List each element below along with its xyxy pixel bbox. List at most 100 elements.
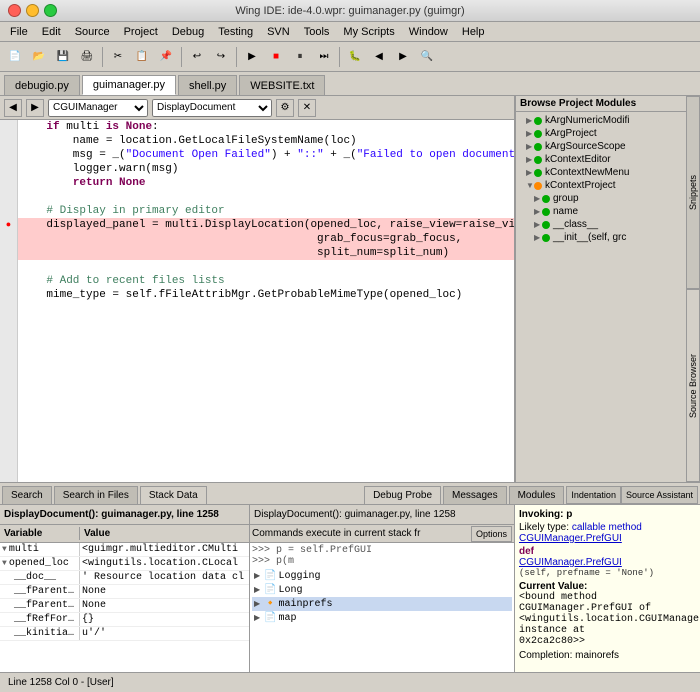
completion-label: Completion: mainorefs — [519, 650, 696, 661]
new-button[interactable]: 📄 — [4, 46, 26, 68]
options-button[interactable]: Options — [471, 526, 512, 542]
indentation-tab[interactable]: Indentation — [566, 486, 621, 504]
menu-testing[interactable]: Testing — [212, 25, 259, 39]
nav-next-button[interactable]: ▶ — [26, 99, 44, 117]
editor-area: ◀ ▶ CGUIManager DisplayDocument ⚙ ✕ — [0, 96, 515, 482]
module-item-8[interactable]: ▶ __class__ — [518, 218, 684, 231]
debug-tree-logging[interactable]: ▶ 📄 Logging — [252, 569, 512, 583]
var-value-1: <wingutils.location.CLocal — [80, 557, 249, 570]
tree-arrow-long: ▶ — [254, 585, 264, 595]
gutter-line-2 — [0, 134, 17, 148]
menu-debug[interactable]: Debug — [166, 25, 210, 39]
var-row-0[interactable]: ▼multi <guimgr.multieditor.CMulti — [0, 543, 249, 557]
var-row-1[interactable]: ▼opened_loc <wingutils.location.CLocal — [0, 557, 249, 571]
editor-settings-btn[interactable]: ⚙ — [276, 99, 294, 117]
module-item-2[interactable]: ▶ kArgSourceScope — [518, 140, 684, 153]
info-content: Invoking: p Likely type: callable method… — [515, 505, 700, 672]
def-name[interactable]: CGUIManager.PrefGUI — [519, 557, 622, 568]
module-item-3[interactable]: ▶ kContextEditor — [518, 153, 684, 166]
gutter-line-12 — [0, 274, 17, 288]
module-item-7[interactable]: ▶ name — [518, 205, 684, 218]
menu-help[interactable]: Help — [456, 25, 491, 39]
module-item-9[interactable]: ▶ __init__(self, grc — [518, 231, 684, 244]
maximize-button[interactable] — [44, 4, 57, 17]
debug-tree: ▶ 📄 Logging ▶ 📄 Long ▶ 🔸 mainprefs — [252, 569, 512, 625]
source-browser-tab[interactable]: Source Browser — [686, 289, 700, 482]
module-item-1[interactable]: ▶ kArgProject — [518, 127, 684, 140]
class-selector[interactable]: CGUIManager — [48, 99, 148, 117]
debug-content[interactable]: >>> p = self.PrefGUI >>> p(m ▶ 📄 Logging… — [250, 543, 514, 672]
search-tab[interactable]: Search — [2, 486, 52, 504]
search-in-files-tab[interactable]: Search in Files — [54, 486, 138, 504]
tab-guimanager[interactable]: guimanager.py — [82, 75, 176, 95]
module-dot-8 — [542, 221, 550, 229]
method-selector[interactable]: DisplayDocument — [152, 99, 272, 117]
nav-fwd-button[interactable]: ▶ — [392, 46, 414, 68]
search-btn[interactable]: 🔍 — [416, 46, 438, 68]
var-col-headers: Variable Value — [0, 525, 249, 543]
run-button[interactable]: ▶ — [241, 46, 263, 68]
var-row-6[interactable]: __kinitialAbsP u'/' — [0, 627, 249, 641]
var-row-2[interactable]: __doc__ ' Resource location data cl — [0, 571, 249, 585]
copy-button[interactable]: 📋 — [131, 46, 153, 68]
snippets-tab[interactable]: Snippets — [686, 96, 700, 289]
module-item-6[interactable]: ▶ group — [518, 192, 684, 205]
paste-button[interactable]: 📌 — [155, 46, 177, 68]
redo-button[interactable]: ↪ — [210, 46, 232, 68]
cut-button[interactable]: ✂ — [107, 46, 129, 68]
code-line-4: logger.warn(msg) — [18, 162, 514, 176]
module-dot-7 — [542, 208, 550, 216]
var-name-3: __fParentDir ( — [0, 585, 80, 598]
debug-line-2: >>> p(m — [252, 556, 512, 567]
stop-button[interactable]: ■ — [265, 46, 287, 68]
pause-button[interactable]: ⏸ — [289, 46, 311, 68]
modules-tab[interactable]: Modules — [509, 486, 565, 504]
editor-close-btn[interactable]: ✕ — [298, 99, 316, 117]
var-row-3[interactable]: __fParentDir ( None — [0, 585, 249, 599]
debug-button[interactable]: 🐛 — [344, 46, 366, 68]
var-row-4[interactable]: __fParentDir ( None — [0, 599, 249, 613]
print-button[interactable]: 🖨 — [76, 46, 98, 68]
menu-file[interactable]: File — [4, 25, 34, 39]
module-label-2: kArgSourceScope — [545, 141, 626, 152]
module-item-5[interactable]: ▼ kContextProject — [518, 179, 684, 192]
debug-probe-tab[interactable]: Debug Probe — [364, 486, 441, 504]
save-button[interactable]: 💾 — [52, 46, 74, 68]
stack-data-tab[interactable]: Stack Data — [140, 486, 207, 504]
menu-myscripts[interactable]: My Scripts — [337, 25, 400, 39]
likely-type-label: Likely type: — [519, 522, 569, 533]
undo-button[interactable]: ↩ — [186, 46, 208, 68]
module-item-4[interactable]: ▶ kContextNewMenu — [518, 166, 684, 179]
code-content[interactable]: if multi is None: name = location.GetLoc… — [18, 120, 514, 482]
minimize-button[interactable] — [26, 4, 39, 17]
debug-tree-map[interactable]: ▶ 📄 map — [252, 611, 512, 625]
debug-tree-long[interactable]: ▶ 📄 Long — [252, 583, 512, 597]
menu-tools[interactable]: Tools — [298, 25, 336, 39]
messages-tab[interactable]: Messages — [443, 486, 507, 504]
source-assistant-tab[interactable]: Source Assistant — [621, 486, 698, 504]
nav-prev-button[interactable]: ◀ — [4, 99, 22, 117]
menu-project[interactable]: Project — [118, 25, 164, 39]
menu-svn[interactable]: SVN — [261, 25, 296, 39]
module-item-0[interactable]: ▶ kArgNumericModifi — [518, 114, 684, 127]
tab-website[interactable]: WEBSITE.txt — [239, 75, 325, 95]
window-controls[interactable] — [8, 4, 57, 17]
tab-debugio[interactable]: debugio.py — [4, 75, 80, 95]
menu-edit[interactable]: Edit — [36, 25, 67, 39]
likely-type-link[interactable]: CGUIManager.PrefGUI — [519, 533, 696, 544]
var-row-5[interactable]: __fRefForNam {} — [0, 613, 249, 627]
menu-source[interactable]: Source — [69, 25, 116, 39]
code-line-8: displayed_panel = multi.DisplayLocation(… — [18, 218, 514, 232]
editor-gutter: ● — [0, 120, 18, 482]
debug-tree-mainprefs[interactable]: ▶ 🔸 mainprefs — [252, 597, 512, 611]
gutter-line-8[interactable]: ● — [0, 218, 17, 232]
tab-shell[interactable]: shell.py — [178, 75, 237, 95]
open-button[interactable]: 📂 — [28, 46, 50, 68]
nav-back-button[interactable]: ◀ — [368, 46, 390, 68]
menu-window[interactable]: Window — [403, 25, 454, 39]
code-editor[interactable]: ● if multi is None: name = location.GetL… — [0, 120, 514, 482]
step-button[interactable]: ⏭ — [313, 46, 335, 68]
close-button[interactable] — [8, 4, 21, 17]
module-label-4: kContextNewMenu — [545, 167, 629, 178]
var-value-0: <guimgr.multieditor.CMulti — [80, 543, 249, 556]
